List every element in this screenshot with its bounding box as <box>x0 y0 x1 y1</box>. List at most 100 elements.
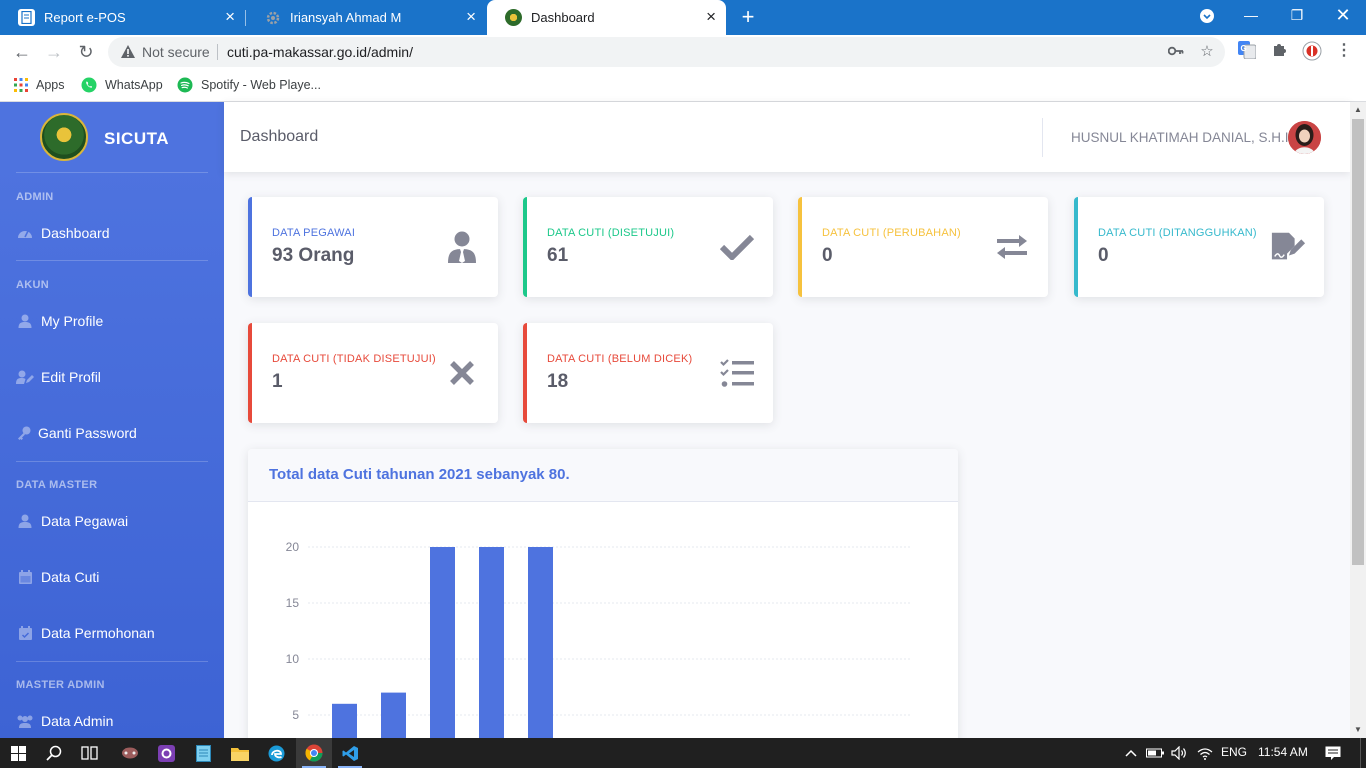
security-status[interactable]: Not secure <box>142 44 210 60</box>
edge-browser-icon[interactable] <box>258 738 294 768</box>
bar <box>528 547 553 749</box>
sidebar-item-label: Edit Profil <box>41 369 101 385</box>
bookmark-whatsapp[interactable]: WhatsApp <box>81 75 163 95</box>
minimize-icon[interactable]: — <box>1228 0 1274 32</box>
notepad-icon[interactable] <box>185 738 221 768</box>
tachometer-icon <box>16 227 34 239</box>
new-tab-button[interactable]: + <box>736 4 760 30</box>
user-icon <box>16 514 34 528</box>
sidebar-heading-master-admin: MASTER ADMIN <box>16 679 105 691</box>
file-signature-icon <box>1270 229 1306 265</box>
bookmark-spotify[interactable]: Spotify - Web Playe... <box>177 75 321 95</box>
sidebar-item-my-profile[interactable]: My Profile <box>16 309 103 333</box>
tab-title: Dashboard <box>531 10 595 25</box>
wifi-icon[interactable] <box>1193 738 1217 768</box>
menu-kebab-icon[interactable]: ⋮ <box>1334 41 1354 61</box>
sidebar-divider <box>16 260 208 261</box>
svg-text:G: G <box>1241 44 1247 53</box>
file-explorer-icon[interactable] <box>222 738 258 768</box>
tab-dashboard[interactable]: Dashboard × <box>487 0 726 35</box>
close-icon[interactable]: × <box>466 8 476 25</box>
sidebar-item-label: Data Pegawai <box>41 513 129 529</box>
tab-report-epos[interactable]: Report e-POS × <box>0 0 245 35</box>
omnibox-divider <box>217 44 218 60</box>
notification-center-icon[interactable] <box>1316 738 1350 768</box>
y-tick-label: 15 <box>286 596 300 610</box>
sidebar-item-edit-profil[interactable]: Edit Profil <box>16 365 101 389</box>
address-bar: ← → ↻ Not secure cuti.pa-makassar.go.id/… <box>0 35 1366 69</box>
sidebar-item-data-cuti[interactable]: Data Cuti <box>16 565 99 589</box>
bookmark-label: Spotify - Web Playe... <box>201 78 321 92</box>
tab-iriansyah[interactable]: Iriansyah Ahmad M × <box>246 0 486 35</box>
clock[interactable]: 11:54 AM <box>1258 745 1308 759</box>
back-icon[interactable]: ← <box>10 40 34 64</box>
card-label: DATA CUTI (DISETUJUI) <box>547 227 675 239</box>
chart-panel: Total data Cuti tahunan 2021 sebanyak 80… <box>248 449 958 749</box>
card-value: 1 <box>272 371 283 392</box>
chart-header: Total data Cuti tahunan 2021 sebanyak 80… <box>248 449 958 502</box>
browser-tab-strip: Report e-POS × Iriansyah Ahmad M × Dashb… <box>0 0 1366 35</box>
vscode-icon[interactable] <box>332 738 368 768</box>
sidebar-item-data-pegawai[interactable]: Data Pegawai <box>16 509 128 533</box>
card-value: 93 Orang <box>272 245 355 266</box>
close-icon[interactable]: × <box>225 8 235 25</box>
task-view-icon[interactable] <box>72 738 108 768</box>
scroll-up-icon[interactable]: ▲ <box>1350 102 1366 118</box>
card-cuti-belum-dicek: DATA CUTI (BELUM DICEK) 18 <box>523 323 773 423</box>
reload-icon[interactable]: ↻ <box>74 40 98 64</box>
user-edit-icon <box>16 370 34 384</box>
card-label: DATA CUTI (DITANGGUHKAN) <box>1098 227 1257 239</box>
user-tie-icon <box>444 229 480 265</box>
bookmarks-bar: Apps WhatsApp Spotify - Web Playe... <box>0 69 1366 102</box>
sidebar-item-dashboard[interactable]: Dashboard <box>16 221 110 245</box>
y-tick-label: 5 <box>292 708 299 722</box>
google-translate-icon[interactable]: G <box>1237 41 1257 61</box>
sidebar-divider <box>16 172 208 173</box>
tray-expand-icon[interactable] <box>1118 738 1144 768</box>
search-icon[interactable] <box>36 738 72 768</box>
star-icon[interactable]: ☆ <box>1198 43 1216 61</box>
sidebar-item-label: Ganti Password <box>38 425 137 441</box>
topbar: Dashboard HUSNUL KHATIMAH DANIAL, S.H.I. <box>224 102 1350 172</box>
sidebar-heading-admin: ADMIN <box>16 191 54 203</box>
sidebar-heading-data-master: DATA MASTER <box>16 479 98 491</box>
key-icon <box>16 426 31 440</box>
key-icon[interactable] <box>1167 43 1185 61</box>
sidebar-item-ganti-password[interactable]: Ganti Password <box>16 421 137 445</box>
sidebar-item-data-admin[interactable]: Data Admin <box>16 709 113 733</box>
avatar[interactable] <box>1288 121 1321 154</box>
card-value: 61 <box>547 245 569 266</box>
scrollbar-thumb[interactable] <box>1352 119 1364 565</box>
page-scrollbar[interactable]: ▲ ▼ <box>1350 102 1366 738</box>
tab-search-button[interactable] <box>1184 0 1230 32</box>
sidebar-item-data-permohonan[interactable]: Data Permohonan <box>16 621 155 645</box>
gear-favicon-icon <box>264 9 281 26</box>
restore-icon[interactable]: ❐ <box>1274 0 1320 32</box>
y-tick-label: 20 <box>286 540 300 554</box>
battery-icon[interactable] <box>1143 738 1167 768</box>
chrome-icon[interactable] <box>296 738 332 768</box>
warning-icon[interactable] <box>120 44 136 64</box>
show-desktop-button[interactable] <box>1360 738 1366 768</box>
calendar-icon <box>16 570 34 584</box>
close-icon[interactable]: × <box>706 8 716 25</box>
card-label: DATA CUTI (BELUM DICEK) <box>547 353 693 365</box>
github-desktop-icon[interactable] <box>148 738 184 768</box>
scroll-down-icon[interactable]: ▼ <box>1350 722 1366 738</box>
sidebar-item-label: Data Permohonan <box>41 625 155 641</box>
extension-icon[interactable] <box>1302 41 1322 61</box>
volume-icon[interactable] <box>1167 738 1191 768</box>
bookmark-label: WhatsApp <box>105 78 163 92</box>
window-close-icon[interactable]: ✕ <box>1320 0 1366 32</box>
omnibox[interactable]: Not secure cuti.pa-makassar.go.id/admin/… <box>108 37 1225 67</box>
user-name[interactable]: HUSNUL KHATIMAH DANIAL, S.H.I. <box>1071 130 1292 145</box>
sidebar-brand[interactable]: SICUTA <box>0 102 224 172</box>
game-app-icon[interactable] <box>112 738 148 768</box>
language-indicator[interactable]: ENG <box>1221 745 1247 759</box>
url-text[interactable]: cuti.pa-makassar.go.id/admin/ <box>227 44 413 60</box>
windows-start-icon[interactable] <box>0 738 36 768</box>
forward-icon[interactable]: → <box>42 40 66 64</box>
sidebar-divider <box>16 461 208 462</box>
extensions-puzzle-icon[interactable] <box>1270 41 1290 61</box>
bookmark-apps[interactable]: Apps <box>14 75 65 95</box>
